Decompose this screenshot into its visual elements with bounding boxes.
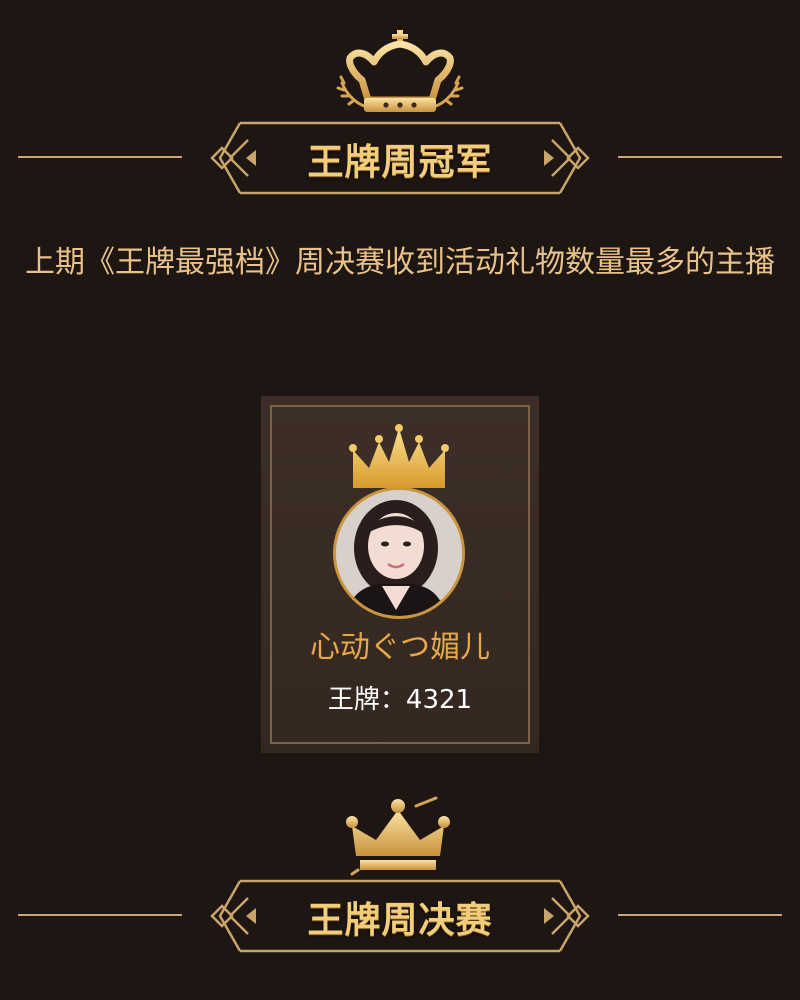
page: 王牌周冠军 上期《王牌最强档》周决赛收到活动礼物数量最多的主播 心动ぐつ媚儿 王… — [0, 0, 800, 1000]
section-title: 王牌周冠军 — [307, 142, 493, 183]
section-banner-weekly-champion: 王牌周冠军 — [200, 118, 600, 198]
left-divider-line — [18, 156, 182, 158]
anchor-name[interactable]: 心动ぐつ媚儿 — [261, 622, 539, 666]
section-banner-weekly-final: 王牌周决赛 — [200, 876, 600, 956]
crown-icon — [349, 424, 449, 488]
winner-card[interactable]: 心动ぐつ媚儿 王牌：4321 — [261, 396, 539, 753]
section-title: 王牌周决赛 — [307, 900, 493, 941]
right-divider-line — [618, 914, 782, 916]
score-text: 王牌：4321 — [327, 685, 473, 715]
right-divider-line — [618, 156, 782, 158]
left-divider-line — [18, 914, 182, 916]
crown-icon — [336, 30, 464, 112]
section-description: 上期《王牌最强档》周决赛收到活动礼物数量最多的主播 — [25, 245, 775, 280]
crown-icon — [346, 796, 450, 876]
avatar[interactable] — [333, 487, 465, 619]
